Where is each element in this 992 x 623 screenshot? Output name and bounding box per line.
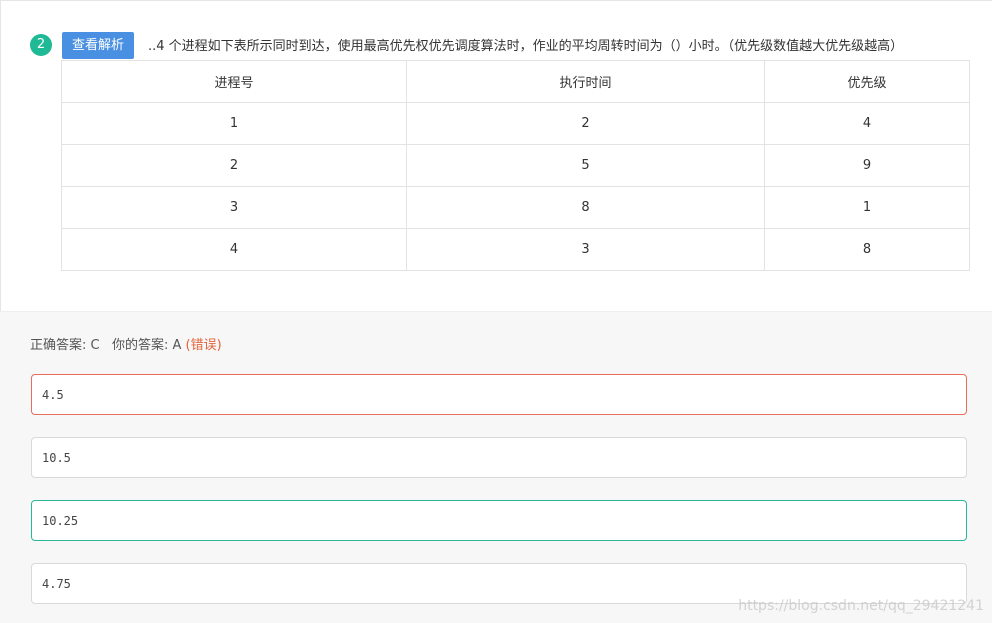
table-header-row: 进程号 执行时间 优先级: [61, 60, 970, 103]
table-cell: 5: [406, 144, 765, 187]
table-cell: 4: [61, 228, 407, 271]
table-cell: 9: [764, 144, 970, 187]
process-table: 进程号 执行时间 优先级 1 2 4 2 5 9 3 8 1 4 3 8: [61, 60, 970, 271]
question-number-badge: 2: [30, 34, 52, 56]
table-cell: 2: [61, 144, 407, 187]
table-cell: 2: [406, 102, 765, 145]
correct-answer-label: 正确答案: C: [30, 338, 100, 353]
table-row: 3 8 1: [61, 186, 970, 229]
table-cell: 3: [61, 186, 407, 229]
table-cell: 1: [764, 186, 970, 229]
your-answer-label: 你的答案: A: [112, 338, 182, 353]
view-analysis-button[interactable]: 查看解析: [62, 32, 135, 59]
table-row: 4 3 8: [61, 228, 970, 271]
header-exec-time: 执行时间: [406, 60, 765, 103]
answer-summary: 正确答案: C 你的答案: A (错误): [30, 334, 222, 353]
table-cell: 8: [406, 186, 765, 229]
answer-panel: 正确答案: C 你的答案: A (错误) 4.5 10.5 10.25 4.75: [0, 311, 992, 623]
question-text: ..4 个进程如下表所示同时到达，使用最高优先权优先调度算法时，作业的平均周转时…: [148, 39, 904, 54]
table-cell: 3: [406, 228, 765, 271]
table-cell: 8: [764, 228, 970, 271]
top-divider: [0, 0, 992, 1]
table-cell: 4: [764, 102, 970, 145]
option-c[interactable]: 10.25: [31, 500, 967, 541]
option-a[interactable]: 4.5: [31, 374, 967, 415]
header-process-id: 进程号: [61, 60, 407, 103]
watermark: https://blog.csdn.net/qq_29421241: [738, 598, 984, 614]
option-b[interactable]: 10.5: [31, 437, 967, 478]
table-row: 1 2 4: [61, 102, 970, 145]
answer-status: (错误): [185, 338, 222, 353]
table-cell: 1: [61, 102, 407, 145]
header-priority: 优先级: [764, 60, 970, 103]
table-row: 2 5 9: [61, 144, 970, 187]
